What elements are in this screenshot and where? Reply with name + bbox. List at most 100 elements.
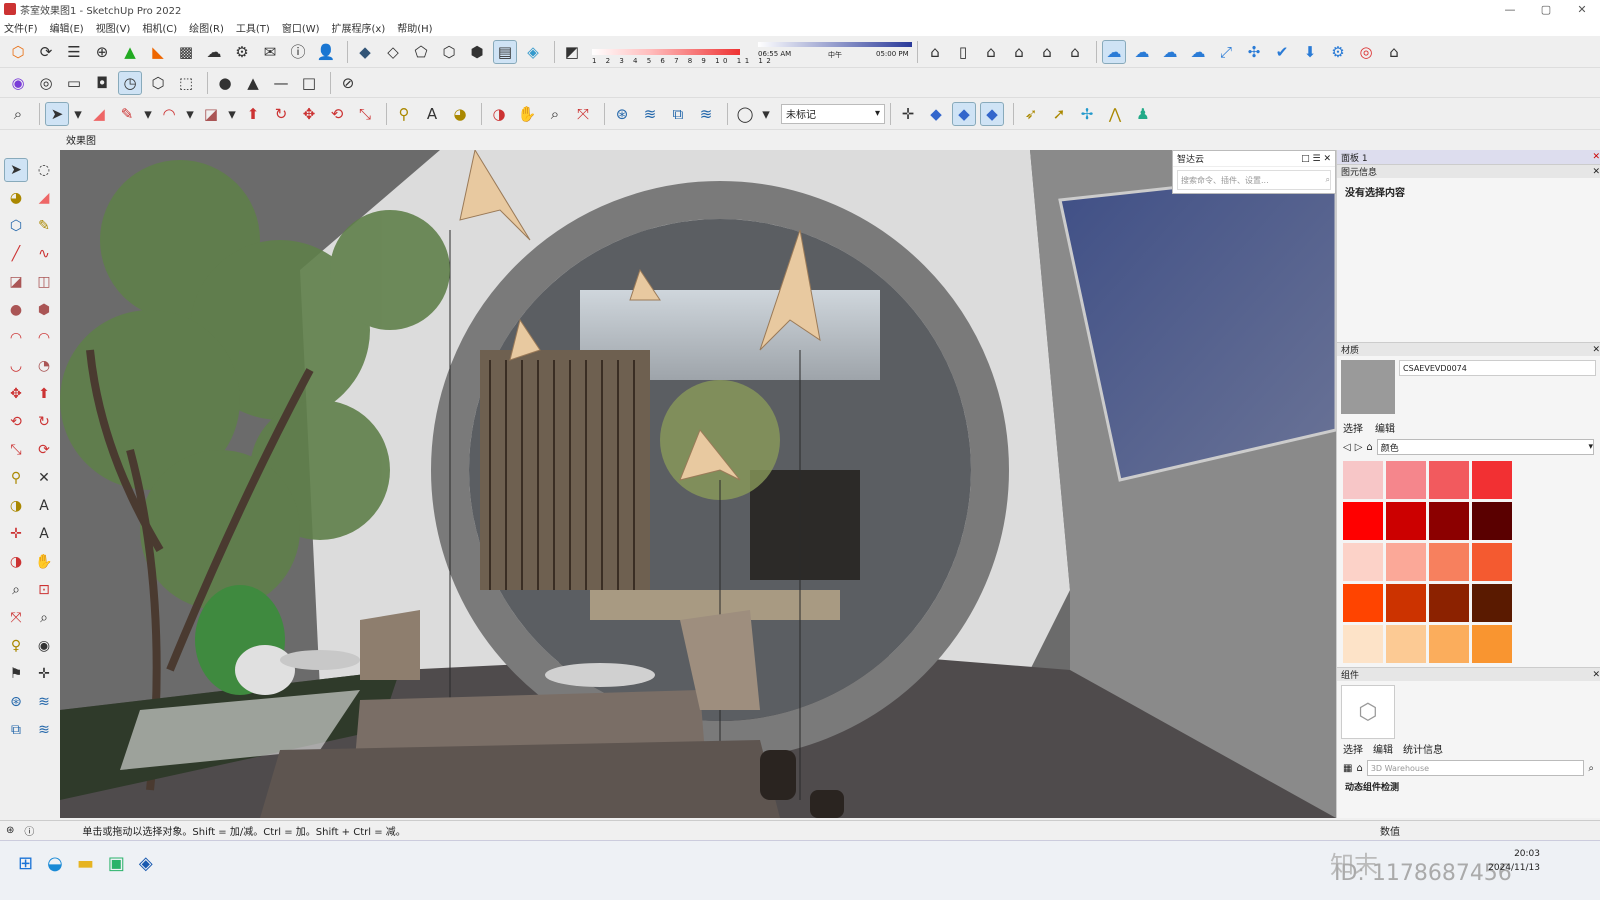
camera-icon[interactable]: ◘ [90,71,114,95]
dropdown-arrow-icon[interactable]: ▾ [185,102,195,126]
section-display-icon[interactable]: ◆ [952,101,976,126]
position-camera-icon[interactable]: ♀ [4,634,28,658]
zoom-icon[interactable]: ⌕ [543,102,567,126]
tag-select[interactable]: 未标记 ▾ [781,103,885,124]
right-view-icon[interactable]: ⌂ [1007,40,1031,64]
arc-tool-icon[interactable]: ◠ [157,102,181,126]
push-pull-icon[interactable]: ⬆ [32,382,56,406]
close-icon[interactable]: ✕ [1592,167,1600,177]
eraser-icon[interactable]: ◢ [32,186,56,210]
dimension-icon[interactable]: ✕ [32,466,56,490]
close-icon[interactable]: ✕ [1592,670,1600,680]
comp-tab-select[interactable]: 选择 [1343,741,1363,756]
clock-icon[interactable]: ◷ [118,70,142,95]
account-icon[interactable]: ◯ [733,102,757,126]
axes-icon[interactable]: ✛ [896,102,920,126]
tab-scene[interactable]: 效果图 [62,132,100,147]
tree-icon[interactable]: ▲ [118,40,142,64]
previous-view-icon[interactable]: ⌕ [32,606,56,630]
axes-icon[interactable]: ✛ [4,522,28,546]
home-icon[interactable]: ⌂ [1356,763,1362,774]
restore-icon[interactable]: □ [1301,154,1310,164]
look-around-icon[interactable]: ◉ [32,634,56,658]
freehand-icon[interactable]: ∿ [32,242,56,266]
material-preview-swatch[interactable] [1341,360,1395,414]
pan-icon[interactable]: ✋ [32,550,56,574]
refresh-icon[interactable]: ⟳ [34,40,58,64]
material-swatch[interactable] [1429,584,1469,622]
hide-icon[interactable]: ⊘ [336,71,360,95]
material-swatch[interactable] [1429,502,1469,540]
push-pull-icon[interactable]: ⬆ [241,102,265,126]
rotate-icon[interactable]: ⟲ [325,102,349,126]
target-icon[interactable]: ◎ [34,71,58,95]
dot-icon[interactable]: ● [213,71,237,95]
stack-icon[interactable]: ☰ [62,40,86,64]
orbit-icon[interactable]: ◑ [4,550,28,574]
download-icon[interactable]: ⬇ [1298,40,1322,64]
menu-window[interactable]: 窗口(W) [282,20,320,35]
line-icon[interactable]: — [269,71,293,95]
circle-tool-icon[interactable]: ● [4,298,28,322]
checker-icon[interactable]: ▩ [174,40,198,64]
back-icon[interactable]: ◁ [1343,442,1351,453]
minimize-button[interactable]: — [1492,0,1528,18]
look-around-icon[interactable]: ➚ [1047,102,1071,126]
menu-file[interactable]: 文件(F) [4,20,38,35]
layers-orange-icon[interactable]: ◣ [146,40,170,64]
shadow-date-slider[interactable]: 1 2 3 4 5 6 7 8 9 10 11 12 [592,40,771,65]
material-swatch[interactable] [1386,625,1426,663]
material-swatch[interactable] [1386,461,1426,499]
line-tool-icon[interactable]: ╱ [4,242,28,266]
pencil-icon[interactable]: ✎ [115,102,139,126]
menu-edit[interactable]: 编辑(E) [50,20,84,35]
sketchup-taskbar-icon[interactable]: ◈ [139,853,153,874]
search-icon[interactable]: ⌕ [1588,763,1594,774]
add-circle-icon[interactable]: ⊕ [90,40,114,64]
menu-tools[interactable]: 工具(T) [236,20,270,35]
close-icon[interactable]: ✕ [1592,345,1600,355]
tape-measure-icon[interactable]: ⚲ [392,102,416,126]
comp-tab-edit[interactable]: 编辑 [1373,741,1393,756]
material-swatch[interactable] [1472,625,1512,663]
close-button[interactable]: ✕ [1564,0,1600,18]
close-icon[interactable]: ✕ [1323,154,1331,164]
zoom-extents-icon[interactable]: ⤧ [571,102,595,126]
start-icon[interactable]: ⊞ [18,853,33,874]
lasso-icon[interactable]: ◌ [32,158,56,182]
material-swatch[interactable] [1472,584,1512,622]
extension-warehouse-icon[interactable]: ≋ [32,690,56,714]
extension-manager-icon[interactable]: ≋ [32,718,56,742]
eraser-icon[interactable]: ◢ [87,102,111,126]
rectangle-tool-icon[interactable]: ◪ [199,102,223,126]
forward-icon[interactable]: ▷ [1355,442,1363,453]
search-icon[interactable]: ⌕ [6,102,30,126]
orbit-icon[interactable]: ◑ [487,102,511,126]
section-plane-icon[interactable]: ✛ [32,662,56,686]
material-swatch[interactable] [1343,543,1383,581]
pan-icon[interactable]: ✋ [515,102,539,126]
shadow-toggle-icon[interactable]: ◩ [560,40,584,64]
face-style-2-icon[interactable]: ◇ [381,40,405,64]
walk-icon[interactable]: ➶ [1019,102,1043,126]
section-cut-icon[interactable]: ◆ [980,101,1004,126]
warehouse-3d-icon[interactable]: ⊛ [4,690,28,714]
rectangle-tool-icon[interactable]: ◪ [4,270,28,294]
cloud-upload-icon[interactable]: ☁ [202,40,226,64]
materials-header[interactable]: 材质 ✕ [1337,342,1600,356]
top-view-icon[interactable]: ▯ [951,40,975,64]
clock-time[interactable]: 20:03 [1488,847,1540,861]
menu-view[interactable]: 视图(V) [96,20,131,35]
zoom-icon[interactable]: ⌕ [4,578,28,602]
cloud-search-icon[interactable]: ☁ [1130,40,1154,64]
material-swatch[interactable] [1429,625,1469,663]
front-view-icon[interactable]: ⌂ [979,40,1003,64]
paint-bucket-icon[interactable]: ◕ [4,186,28,210]
mail-icon[interactable]: ✉ [258,40,282,64]
layout-icon[interactable]: ⧉ [666,102,690,126]
component-icon[interactable]: ⬡ [4,214,28,238]
paint-bucket-icon[interactable]: ◕ [448,102,472,126]
left-view-icon[interactable]: ⌂ [1063,40,1087,64]
scale-icon[interactable]: ⤡ [4,438,28,462]
cloud-icon[interactable]: ☁ [1158,40,1182,64]
